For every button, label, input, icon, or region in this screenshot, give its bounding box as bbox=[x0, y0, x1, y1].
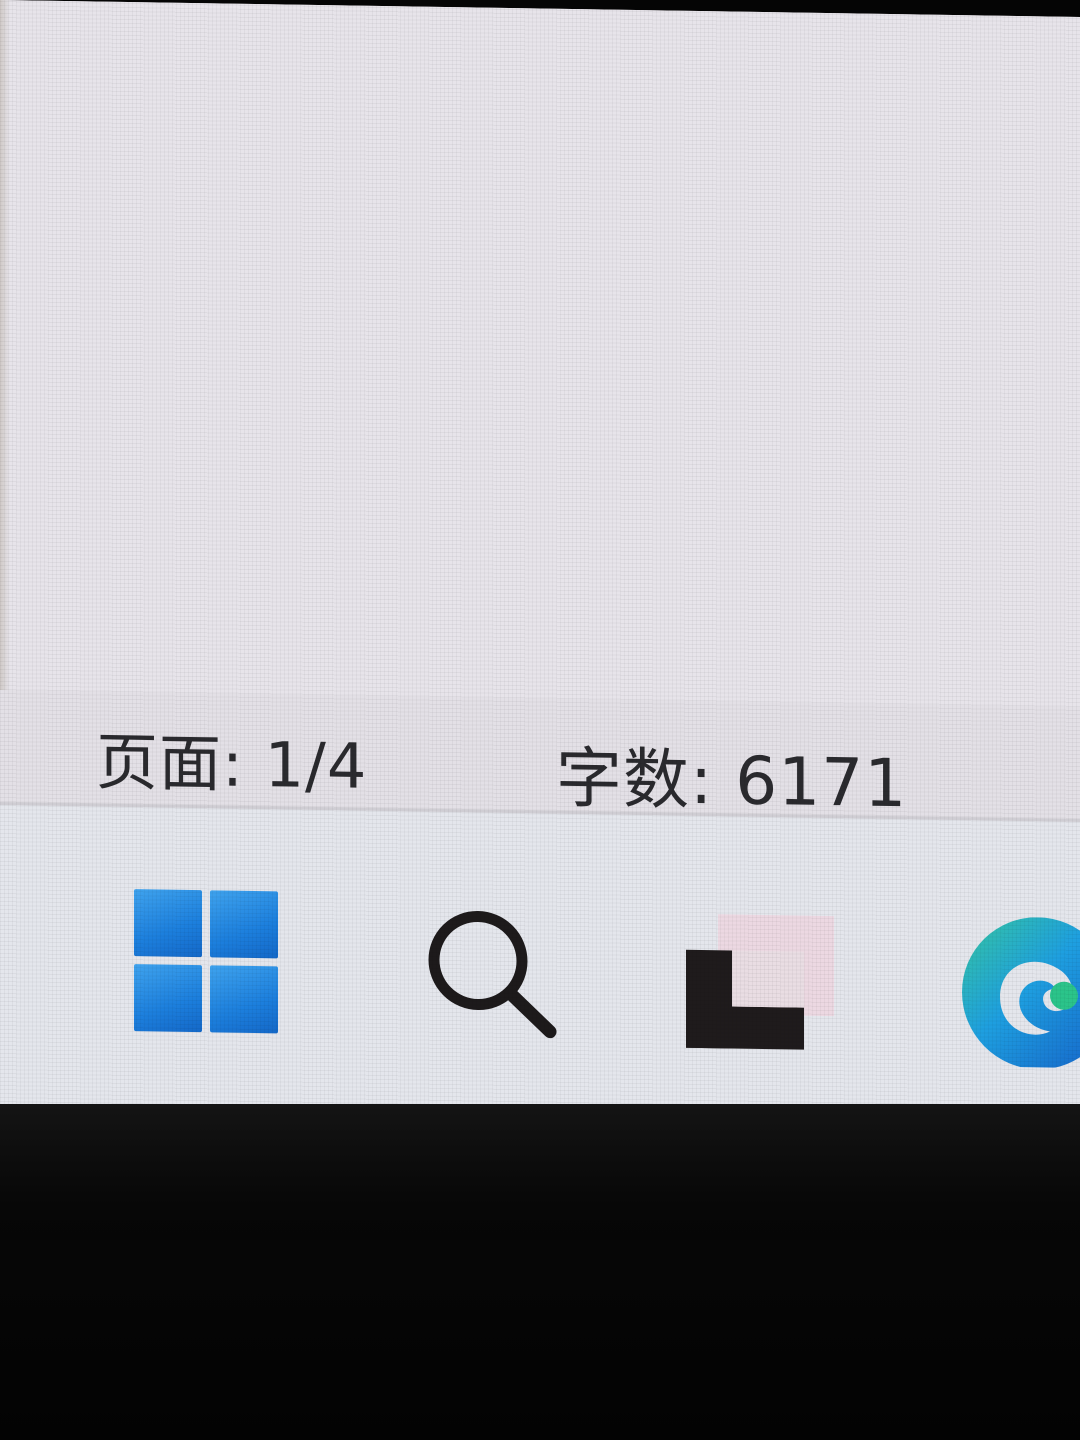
page-count-indicator[interactable]: 页面: 1/4 bbox=[96, 712, 367, 806]
document-canvas[interactable] bbox=[0, 0, 1080, 707]
monitor-bezel bbox=[0, 1104, 1080, 1440]
windows-start-icon[interactable] bbox=[134, 889, 282, 1037]
word-count-indicator[interactable]: 字数: 6171 bbox=[556, 725, 907, 827]
word-processor-status-bar: 页面: 1/4 字数: 6171 bbox=[0, 690, 1080, 822]
photo-of-screen: 页面: 1/4 字数: 6171 bbox=[0, 0, 1080, 1440]
start-pane bbox=[134, 889, 202, 958]
start-pane bbox=[210, 965, 278, 1034]
windows-taskbar bbox=[0, 805, 1080, 1135]
task-view-front-window bbox=[686, 1005, 804, 1050]
task-view-front-window-inner bbox=[732, 950, 804, 1008]
start-pane bbox=[134, 964, 202, 1033]
search-icon[interactable] bbox=[418, 900, 558, 1042]
start-pane bbox=[210, 890, 278, 959]
edge-browser-icon[interactable] bbox=[960, 916, 1080, 1069]
task-view-icon[interactable] bbox=[684, 914, 834, 1056]
monitor-screen: 页面: 1/4 字数: 6171 bbox=[0, 0, 1080, 1135]
